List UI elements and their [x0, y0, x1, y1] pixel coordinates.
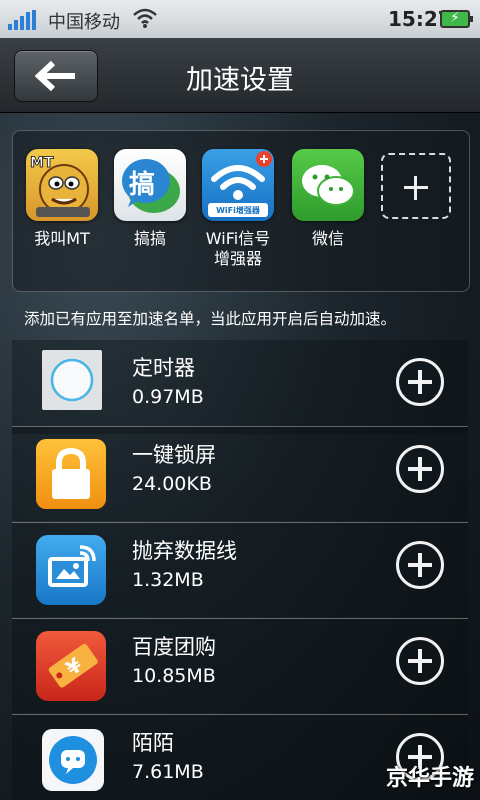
status-bar: 中国移动 15:27 ⚡: [0, 0, 480, 39]
hint-text: 添加已有应用至加速名单，当此应用开启后自动加速。: [24, 310, 397, 328]
add-app-slot-button[interactable]: [381, 153, 451, 219]
momo-icon: [42, 729, 104, 791]
accelerated-app-wifi-booster[interactable]: WiFi增强器 WiFi信号 增强器: [193, 149, 283, 269]
accelerated-app-wechat[interactable]: 微信: [283, 149, 373, 249]
carrier-name: 中国移动: [48, 12, 120, 33]
list-item[interactable]: 一键锁屏 24.00KB: [12, 426, 468, 521]
app-name: 一键锁屏: [132, 443, 216, 467]
wechat-icon: [292, 149, 364, 221]
app-label: 微信: [311, 229, 344, 248]
app-label: 搞搞: [133, 229, 166, 248]
wifi-booster-icon-text: WiFi增强器: [216, 206, 260, 215]
add-button[interactable]: [396, 541, 444, 589]
list-item[interactable]: 定时器 0.97MB: [12, 340, 468, 434]
add-button[interactable]: [396, 358, 444, 406]
page-title: 加速设置: [186, 65, 294, 96]
list-item[interactable]: ¥ 百度团购 10.85MB: [12, 618, 468, 713]
app-size: 7.61MB: [132, 761, 204, 783]
signal-icon: [8, 10, 38, 30]
app-name: 百度团购: [132, 635, 216, 659]
title-bar: 加速设置: [0, 38, 480, 113]
app-name: 抛弃数据线: [132, 539, 237, 563]
app-list: 定时器 0.97MB 一键锁屏 24.00KB 抛弃数据线 1.32MB ¥ 百…: [12, 340, 468, 800]
gaogao-icon-text: 搞: [129, 170, 156, 200]
app-label: WiFi信号 增强器: [205, 229, 271, 268]
wifi-icon: [133, 8, 157, 28]
wireless-transfer-icon: [36, 535, 106, 605]
lock-icon: [36, 439, 106, 509]
accelerated-apps-panel: MT 我叫MT 搞 搞搞 WiFi增强器 WiFi信号 增强器 微信: [12, 130, 470, 292]
battery-icon: ⚡: [440, 10, 473, 28]
app-size: 10.85MB: [132, 665, 216, 687]
add-button[interactable]: [396, 445, 444, 493]
accelerated-app-mt[interactable]: MT 我叫MT: [17, 149, 107, 249]
app-size: 0.97MB: [132, 386, 204, 408]
add-button[interactable]: [396, 637, 444, 685]
app-name: 陌陌: [132, 731, 174, 755]
app-name: 定时器: [132, 356, 195, 380]
list-item[interactable]: 抛弃数据线 1.32MB: [12, 522, 468, 617]
watermark: 京华手游: [385, 766, 474, 791]
app-size: 24.00KB: [132, 473, 212, 495]
accelerated-app-gaogao[interactable]: 搞 搞搞: [105, 149, 195, 249]
app-label: 我叫MT: [34, 229, 90, 248]
mt-game-icon: MT: [26, 149, 98, 221]
gaogao-icon: 搞: [114, 149, 186, 221]
svg-text:MT: MT: [30, 155, 54, 171]
app-size: 1.32MB: [132, 569, 204, 591]
wifi-booster-icon: WiFi增强器: [202, 149, 274, 221]
timer-icon: [42, 350, 102, 410]
baidu-groupon-icon: ¥: [36, 631, 106, 701]
